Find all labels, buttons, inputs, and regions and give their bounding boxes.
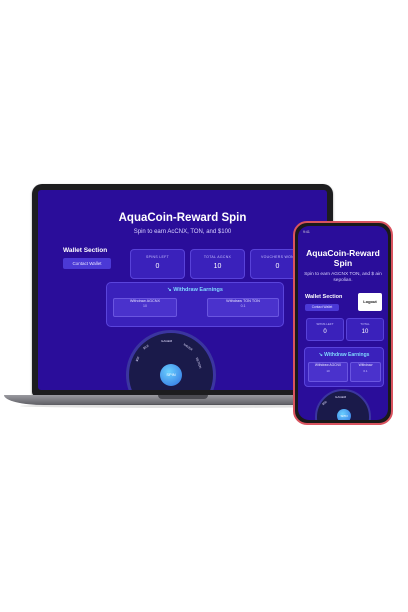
stat-value: 10 (213, 263, 222, 270)
withdraw-label: Withdraw AGCNX (314, 363, 342, 367)
page-subtitle: Spin to earn AcCNX, TON, and $100 (133, 229, 232, 235)
phone-screen: 9:41 AquaCoin-Reward Spin Spin to earn A… (298, 226, 388, 420)
page-title: AquaCoin-Reward Spin (306, 248, 380, 268)
contact-wallet-button[interactable]: Contact Wallet (63, 258, 111, 269)
laptop-device: AquaCoin-Reward Spin Spin to earn AcCNX,… (32, 184, 333, 396)
phone-device: 9:41 AquaCoin-Reward Spin Spin to earn A… (293, 221, 393, 425)
logout-button[interactable]: Logout (358, 293, 382, 311)
withdraw-ton-button[interactable]: Withdraw TON TON 0.1 (207, 298, 279, 317)
page-subtitle: Spin to earn AGCNX TON, and $ ain sepoli… (304, 272, 382, 283)
stat-label: SPINS LEFT (145, 255, 170, 259)
stat-card-total: TOTAL 10 (346, 318, 384, 341)
withdraw-agcnx-button[interactable]: Withdraw AGCNX 10 (113, 298, 177, 317)
spin-button[interactable]: SPIN (160, 364, 182, 386)
laptop-notch (158, 395, 208, 399)
laptop-screen: AquaCoin-Reward Spin Spin to earn AcCNX,… (38, 190, 327, 390)
stat-label: SPINS LEFT (316, 322, 334, 326)
spin-wheel[interactable]: GAGEM $50 SPIN (315, 389, 371, 420)
withdraw-panel: ↘ Withdraw Earnings Withdraw AGCNX 10 Wi… (304, 347, 384, 387)
spin-button[interactable]: SPIN (337, 409, 351, 420)
withdraw-label: Withdraw AGCNX (129, 299, 161, 303)
withdraw-label: Withdraw TON TON (226, 299, 260, 303)
stat-card-spins-left: SPINS LEFT 0 (130, 249, 185, 279)
status-bar-time: 9:41 (303, 230, 310, 234)
withdraw-amount: 0.1 (240, 304, 246, 308)
wheel-segment-label: GAGEM (335, 395, 347, 399)
page-title: AquaCoin-Reward Spin (118, 212, 247, 224)
stat-label: TOTAL AGCNX (203, 255, 232, 259)
wheel-segment-label: RETION (194, 356, 203, 370)
withdraw-title: ↘ Withdraw Earnings (167, 287, 223, 293)
wallet-section-heading: Wallet Section (305, 294, 343, 300)
withdraw-amount: 10 (326, 369, 330, 373)
withdraw-ton-button[interactable]: Withdraw 0.1 (350, 362, 381, 382)
wheel-segment-label: $50 (321, 399, 328, 407)
withdraw-title: ↘ Withdraw Earnings (318, 352, 370, 358)
withdraw-panel: ↘ Withdraw Earnings Withdraw AGCNX 10 Wi… (106, 282, 284, 327)
wheel-segment-label: $50 (134, 355, 141, 363)
withdraw-amount: 0.1 (363, 369, 368, 373)
wallet-section-heading: Wallet Section (63, 247, 108, 254)
stat-card-total-agcnx: TOTAL AGCNX 10 (190, 249, 245, 279)
stat-value: 0 (155, 263, 160, 270)
wheel-segment-label: GAGEM (161, 339, 173, 343)
stat-label: TOTAL (360, 322, 370, 326)
wheel-segment-label: NAVER (182, 342, 194, 352)
contact-wallet-button[interactable]: Contact Wallet (305, 304, 339, 311)
withdraw-agcnx-button[interactable]: Withdraw AGCNX 10 (308, 362, 348, 382)
stat-value: 10 (361, 329, 369, 335)
withdraw-amount: 10 (143, 304, 147, 308)
stat-value: 0 (323, 329, 327, 335)
wheel-segment-label: $0.6 (142, 343, 150, 351)
spin-wheel[interactable]: $50 GAGEM NAVER $0.6 RETION SPIN (126, 330, 216, 390)
withdraw-label: Withdraw (358, 363, 373, 367)
stat-card-spins-left: SPINS LEFT 0 (306, 318, 344, 341)
